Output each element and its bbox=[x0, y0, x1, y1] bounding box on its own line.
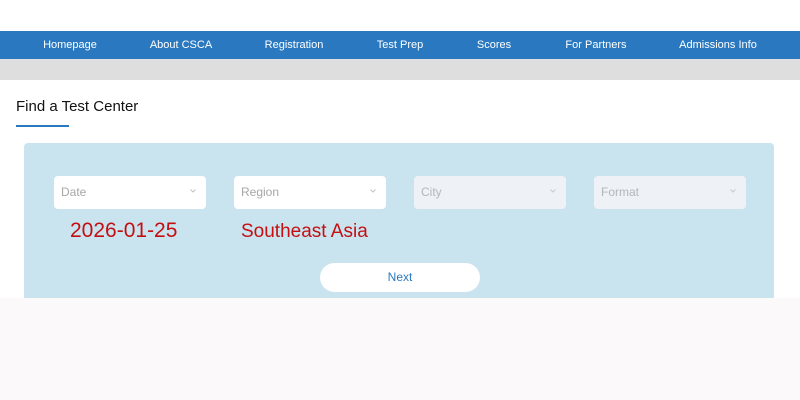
nav-item-test-prep[interactable]: Test Prep bbox=[377, 31, 423, 59]
chevron-down-icon bbox=[550, 189, 556, 193]
date-select-placeholder: Date bbox=[61, 185, 87, 199]
next-button[interactable]: Next bbox=[320, 263, 480, 292]
nav-item-admissions-info[interactable]: Admissions Info bbox=[679, 31, 757, 59]
page-title: Find a Test Center bbox=[16, 98, 139, 115]
city-select[interactable]: City bbox=[414, 176, 566, 209]
main-nav: Homepage About CSCA Registration Test Pr… bbox=[0, 31, 800, 59]
region-select[interactable]: Region bbox=[234, 176, 386, 209]
region-annotation: Southeast Asia bbox=[241, 221, 368, 242]
chevron-down-icon bbox=[190, 189, 196, 193]
chevron-down-icon bbox=[370, 189, 376, 193]
format-select-placeholder: Format bbox=[601, 185, 640, 199]
nav-item-for-partners[interactable]: For Partners bbox=[565, 31, 626, 59]
chevron-down-icon bbox=[730, 189, 736, 193]
format-select[interactable]: Format bbox=[594, 176, 746, 209]
date-annotation: 2026-01-25 bbox=[70, 219, 178, 242]
top-strip bbox=[0, 0, 800, 31]
sub-nav-band bbox=[0, 59, 800, 80]
nav-item-scores[interactable]: Scores bbox=[477, 31, 511, 59]
city-select-placeholder: City bbox=[421, 185, 442, 199]
title-underline bbox=[16, 125, 69, 127]
nav-item-registration[interactable]: Registration bbox=[265, 31, 324, 59]
nav-item-homepage[interactable]: Homepage bbox=[43, 31, 97, 59]
region-select-placeholder: Region bbox=[241, 185, 280, 199]
date-select[interactable]: Date bbox=[54, 176, 206, 209]
nav-item-about-csca[interactable]: About CSCA bbox=[150, 31, 212, 59]
